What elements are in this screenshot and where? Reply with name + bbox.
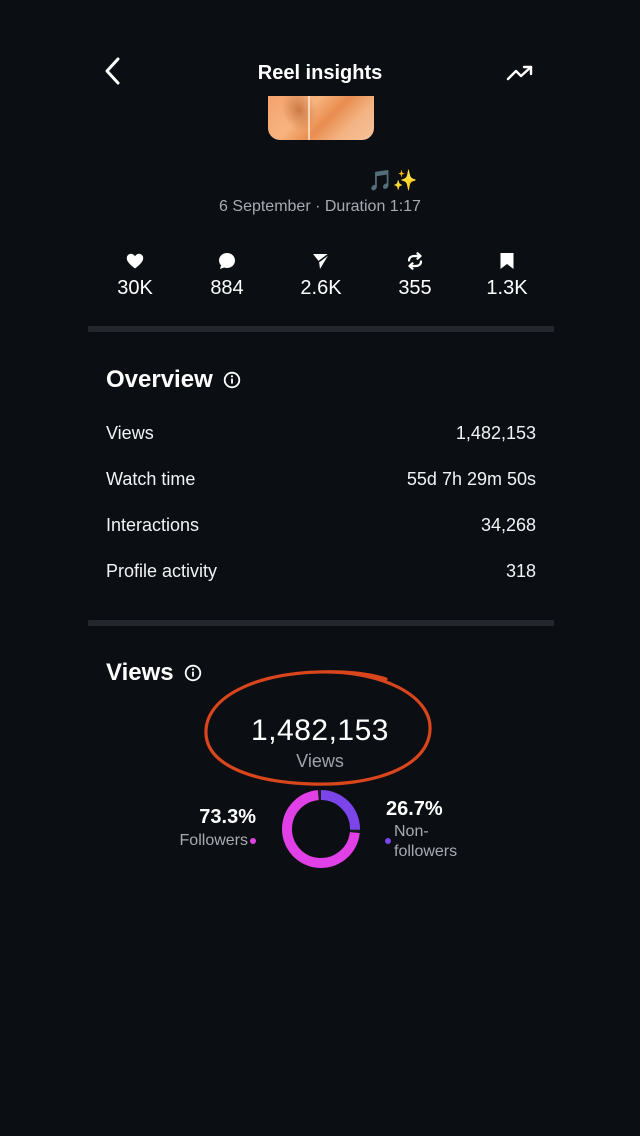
overview-profile-activity-label: Profile activity — [106, 561, 218, 581]
comment-icon — [218, 250, 236, 272]
stat-value: 884 — [210, 277, 244, 299]
info-icon[interactable] — [223, 371, 241, 389]
nonfollowers-label: Non- followers — [394, 822, 457, 862]
followers-donut-chart — [282, 790, 360, 868]
stat-likes: 30K — [90, 250, 180, 300]
overview-views-value: 1,482,153 — [455, 423, 536, 443]
stat-value: 30K — [117, 277, 153, 299]
followers-label: Followers — [179, 832, 248, 849]
nonfollowers-label-line-1: Non- — [394, 823, 429, 840]
overview-watch-time-value: 55d 7h 29m 50s — [406, 469, 536, 489]
stat-reposts: 355 — [370, 250, 460, 300]
reel-meta: 6 September · Duration 1:17 — [219, 198, 421, 215]
stat-shares: 2.6K — [276, 250, 366, 300]
send-icon — [312, 250, 330, 272]
overview-views-label: Views — [106, 423, 154, 443]
followers-percent: 73.3% — [199, 806, 256, 828]
bookmark-icon — [499, 250, 515, 272]
section-divider — [88, 326, 554, 332]
views-header: Views — [106, 659, 202, 687]
section-divider — [88, 620, 554, 626]
reel-caption-emoji: 🎵✨ — [368, 168, 418, 192]
views-total: 1,482,153 — [251, 714, 389, 747]
trend-button[interactable] — [504, 60, 536, 90]
stat-saves: 1.3K — [462, 250, 552, 300]
followers-legend-dot — [250, 838, 256, 844]
page-title: Reel insights — [257, 62, 383, 84]
nonfollowers-legend-dot — [385, 838, 391, 844]
stat-value: 1.3K — [486, 277, 528, 299]
stat-value: 355 — [398, 277, 432, 299]
overview-profile-activity-value: 318 — [505, 561, 536, 581]
heart-icon — [126, 250, 144, 272]
overview-title: Overview — [106, 366, 213, 393]
overview-header: Overview — [106, 366, 241, 394]
nonfollowers-percent: 26.7% — [386, 798, 443, 820]
overview-interactions-label: Interactions — [106, 515, 200, 535]
repost-icon — [406, 250, 424, 272]
info-icon[interactable] — [184, 664, 202, 682]
views-title: Views — [106, 659, 174, 686]
overview-watch-time-label: Watch time — [106, 469, 196, 489]
overview-interactions-value: 34,268 — [480, 515, 536, 535]
trending-up-icon — [506, 64, 534, 87]
views-total-label: Views — [296, 751, 344, 771]
stat-comments: 884 — [182, 250, 272, 300]
nonfollowers-label-line-2: followers — [394, 843, 458, 860]
reel-thumbnail[interactable] — [268, 96, 374, 140]
stat-value: 2.6K — [300, 277, 342, 299]
